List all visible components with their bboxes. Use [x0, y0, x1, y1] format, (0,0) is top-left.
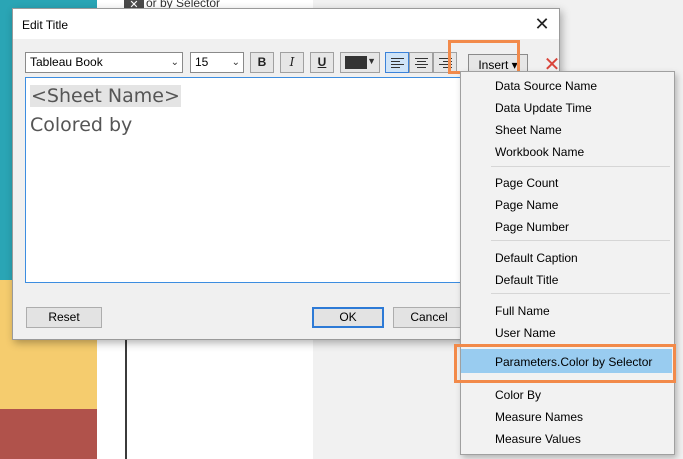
menu-separator [491, 293, 670, 294]
align-center-icon [415, 58, 428, 70]
insert-callout-highlight [448, 40, 520, 74]
font-family-select[interactable]: Tableau Book ⌄ [25, 52, 183, 73]
chevron-down-icon: ⌄ [231, 57, 240, 68]
caret-down-icon: ▼ [367, 56, 376, 66]
menu-item-default-caption[interactable]: Default Caption [495, 251, 578, 265]
menu-item-workbook-name[interactable]: Workbook Name [495, 145, 584, 159]
menu-item-page-count[interactable]: Page Count [495, 176, 558, 190]
font-size-select[interactable]: 15 ⌄ [190, 52, 244, 73]
menu-item-measure-names[interactable]: Measure Names [495, 410, 583, 424]
menu-item-data-source-name[interactable]: Data Source Name [495, 79, 597, 93]
editor-field-sheet-name: <Sheet Name> [30, 85, 181, 107]
close-icon[interactable]: ✕ [531, 14, 553, 34]
bold-button[interactable]: B [250, 52, 274, 73]
font-family-value: Tableau Book [30, 55, 103, 69]
font-size-value: 15 [195, 55, 209, 69]
align-left-icon [391, 58, 404, 70]
menu-item-measure-values[interactable]: Measure Values [495, 432, 581, 446]
insert-menu: Data Source Name Data Update Time Sheet … [460, 71, 675, 455]
dialog-titlebar: Edit Title ✕ [13, 9, 559, 39]
menu-item-full-name[interactable]: Full Name [495, 304, 550, 318]
title-editor[interactable]: <Sheet Name> Colored by [25, 77, 465, 283]
menu-item-default-title[interactable]: Default Title [495, 273, 558, 287]
menu-item-sheet-name[interactable]: Sheet Name [495, 123, 562, 137]
italic-button[interactable]: I [280, 52, 304, 73]
selected-item-callout-highlight [454, 344, 676, 383]
editor-text-colored-by: Colored by [30, 114, 133, 136]
text-color-button[interactable]: ▼ [340, 52, 380, 73]
menu-separator [491, 240, 670, 241]
menu-item-page-number[interactable]: Page Number [495, 220, 569, 234]
ok-button[interactable]: OK [312, 307, 384, 328]
menu-item-page-name[interactable]: Page Name [495, 198, 558, 212]
align-left-button[interactable] [385, 52, 409, 73]
underline-button[interactable]: U [310, 52, 334, 73]
menu-item-user-name[interactable]: User Name [495, 326, 556, 340]
dialog-title: Edit Title [22, 18, 69, 32]
cancel-button[interactable]: Cancel [393, 307, 465, 328]
reset-button[interactable]: Reset [26, 307, 102, 328]
color-swatch [345, 56, 367, 69]
align-center-button[interactable] [409, 52, 433, 73]
menu-separator [491, 166, 670, 167]
menu-item-data-update-time[interactable]: Data Update Time [495, 101, 592, 115]
chevron-down-icon: ⌄ [170, 57, 179, 68]
viz-color-band-red [0, 409, 97, 459]
menu-item-color-by[interactable]: Color By [495, 388, 541, 402]
